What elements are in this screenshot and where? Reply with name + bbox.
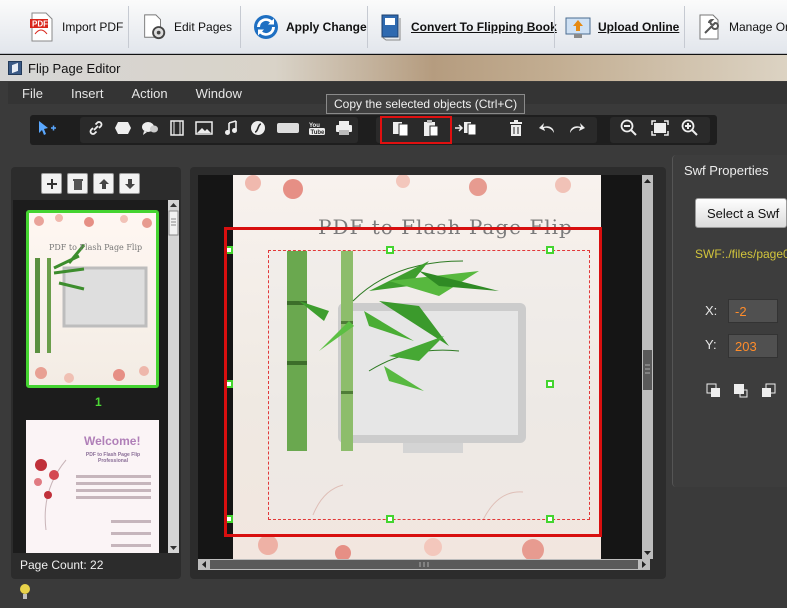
canvas-panel: PDF to Flash Page Flip [190, 167, 666, 579]
delete-page-button[interactable] [67, 173, 88, 194]
h-scrollbar-parts [202, 560, 646, 569]
speech-bubble-icon[interactable] [139, 118, 161, 138]
selection-highlight-frame [224, 227, 602, 537]
status-bar [8, 579, 787, 608]
lightbulb-icon [18, 583, 32, 604]
thumbnail-1-artwork [34, 214, 152, 383]
y-input[interactable]: 203 [728, 334, 778, 358]
link-icon[interactable] [85, 118, 107, 138]
window-title-bar: Flip Page Editor [0, 55, 787, 81]
printer-icon[interactable] [333, 118, 355, 138]
window-title: Flip Page Editor [28, 60, 121, 76]
convert-button[interactable]: Convert To Flipping Book [371, 6, 563, 48]
button-shape-icon[interactable] [274, 118, 302, 138]
menu-window[interactable]: Window [182, 86, 256, 101]
send-backward-icon[interactable] [759, 381, 779, 401]
manage-wrench-icon [695, 12, 723, 42]
music-note-icon[interactable] [220, 118, 242, 138]
properties-title: Swf Properties [684, 163, 769, 178]
thumbnail-scrollbar[interactable] [168, 200, 179, 553]
flash-icon[interactable] [247, 118, 269, 138]
upload-monitor-icon [564, 12, 592, 42]
page-thumbnail-1[interactable]: PDF to Flash Page Flip [26, 210, 159, 388]
menu-insert[interactable]: Insert [57, 86, 118, 101]
manage-online-button[interactable]: Manage Onlin [689, 6, 787, 48]
page-canvas[interactable]: PDF to Flash Page Flip [198, 175, 650, 559]
svg-text:Tube: Tube [311, 130, 326, 136]
redo-icon[interactable] [566, 118, 588, 138]
move-page-down-button[interactable] [119, 173, 140, 194]
convert-label: Convert To Flipping Book [411, 20, 557, 34]
thumbnail-2-subtitle: PDF to Flash Page Flip Professional [85, 452, 141, 464]
copy-tooltip: Copy the selected objects (Ctrl+C) [326, 94, 526, 114]
thumbnail-1-title: PDF to Flash Page Flip [49, 243, 143, 252]
canvas-horizontal-scrollbar[interactable] [198, 559, 650, 570]
zoom-in-icon[interactable] [679, 118, 701, 138]
thumbnail-2-heading: Welcome! [84, 434, 141, 448]
bring-forward-icon[interactable] [731, 381, 751, 401]
thumbnail-scrollbar-parts [168, 203, 179, 550]
select-arrow-icon[interactable] [36, 118, 58, 138]
thumbnail-panel: PDF to Flash Page Flip 1 Welcome! PDF to… [11, 167, 181, 579]
menu-action[interactable]: Action [117, 86, 181, 101]
undo-icon[interactable] [536, 118, 558, 138]
import-pdf-label: Import PDF [62, 20, 124, 34]
thumbnail-list: PDF to Flash Page Flip 1 Welcome! PDF to… [13, 200, 168, 553]
move-page-up-button[interactable] [93, 173, 114, 194]
apply-change-button[interactable]: Apply Change [246, 6, 373, 48]
zoom-out-icon[interactable] [618, 118, 640, 138]
page-count-label: Page Count: 22 [20, 558, 104, 572]
video-film-icon[interactable] [166, 118, 188, 138]
upload-online-label: Upload Online [598, 20, 680, 34]
menu-file[interactable]: File [8, 86, 57, 101]
bring-to-front-icon[interactable] [704, 381, 724, 401]
swf-properties-panel: Swf Properties Select a Swf SWF:./files/… [672, 155, 787, 487]
page-thumbnail-2[interactable]: Welcome! PDF to Flash Page Flip Professi… [26, 420, 159, 553]
apply-change-label: Apply Change [286, 20, 367, 34]
canvas-vertical-scrollbar[interactable] [642, 175, 653, 559]
import-pdf-button[interactable]: PDF Import PDF [22, 6, 129, 48]
x-input[interactable]: -2 [728, 299, 778, 323]
edit-pages-button[interactable]: Edit Pages [134, 6, 238, 48]
copy-paste-highlight [380, 116, 452, 144]
manage-online-label: Manage Onlin [729, 20, 787, 34]
fit-page-icon[interactable] [649, 118, 671, 138]
editor-toolbar: You Tube [30, 115, 717, 145]
editor-app-icon [8, 61, 22, 75]
refresh-icon [252, 12, 280, 42]
pdf-file-icon: PDF [28, 12, 56, 42]
duplicate-to-page-icon[interactable] [453, 118, 479, 138]
swf-path-label: SWF:./files/page0 [695, 247, 787, 261]
svg-text:PDF: PDF [32, 20, 48, 29]
page-number-label: 1 [95, 395, 102, 409]
y-label: Y: [705, 337, 717, 352]
delete-trash-icon[interactable] [505, 118, 527, 138]
flipbook-icon [377, 12, 405, 42]
flip-page-editor-window: Flip Page Editor File Insert Action Wind… [0, 54, 787, 608]
app-toolbar: PDF Import PDF Edit Pages Apply Change C… [0, 0, 787, 54]
thumbnail-actions [41, 173, 140, 194]
edit-pages-label: Edit Pages [174, 20, 233, 34]
select-swf-button[interactable]: Select a Swf [695, 198, 787, 228]
add-page-button[interactable] [41, 173, 62, 194]
image-icon[interactable] [193, 118, 215, 138]
shape-icon[interactable] [112, 118, 134, 138]
v-scrollbar-parts [643, 179, 652, 555]
x-label: X: [705, 303, 718, 318]
youtube-icon[interactable]: You Tube [306, 118, 328, 138]
edit-pages-gear-icon [140, 12, 168, 42]
upload-online-button[interactable]: Upload Online [558, 6, 685, 48]
